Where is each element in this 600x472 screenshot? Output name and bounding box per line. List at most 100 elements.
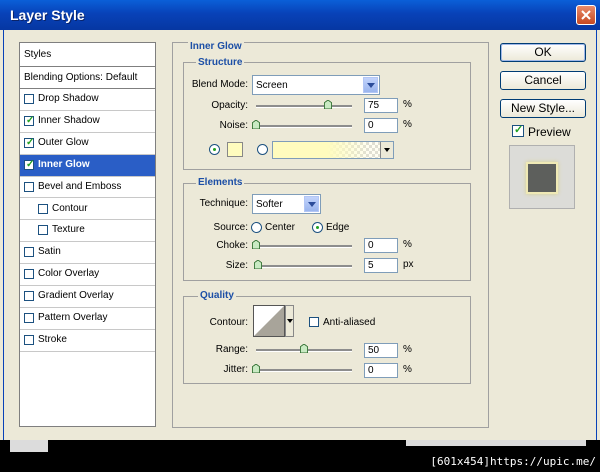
chevron-down-icon <box>363 77 378 93</box>
style-item-checkbox[interactable] <box>24 94 34 104</box>
technique-value: Softer <box>256 199 283 210</box>
style-item-checkbox[interactable] <box>24 313 34 323</box>
style-item-checkbox[interactable] <box>24 181 34 192</box>
styles-header[interactable]: Styles <box>20 43 155 67</box>
source-center-radio[interactable] <box>251 222 262 233</box>
style-item-checkbox[interactable] <box>24 334 34 345</box>
style-item-label: Bevel and Emboss <box>38 180 122 192</box>
styles-header-label: Styles <box>24 49 52 60</box>
close-icon <box>581 10 591 20</box>
contour-picker[interactable] <box>253 305 285 337</box>
style-preview <box>509 145 575 209</box>
contour-curve-icon <box>254 306 284 336</box>
jitter-unit: % <box>403 364 412 375</box>
style-item-checkbox[interactable]: ✓ <box>24 159 34 170</box>
cancel-button[interactable]: Cancel <box>500 71 586 90</box>
blend-mode-select[interactable]: Screen <box>252 75 380 95</box>
style-item-color-overlay[interactable]: Color Overlay <box>20 264 155 287</box>
close-button[interactable] <box>576 5 596 25</box>
chevron-down-icon <box>304 196 319 212</box>
ok-button[interactable]: OK <box>500 43 586 62</box>
style-item-label: Inner Glow <box>38 158 90 170</box>
gradient-picker[interactable] <box>272 141 394 159</box>
choke-unit: % <box>403 239 412 250</box>
glow-color-swatch[interactable] <box>227 142 243 157</box>
contour-label: Contour: <box>209 317 248 328</box>
preview-label: Preview <box>528 125 571 139</box>
blending-options[interactable]: Blending Options: Default <box>20 67 155 89</box>
size-input[interactable]: 5 <box>364 258 398 273</box>
opacity-input[interactable]: 75 <box>364 98 398 113</box>
solid-color-radio[interactable] <box>209 144 220 155</box>
style-item-inner-glow[interactable]: ✓ Inner Glow <box>20 154 155 177</box>
taskbar-fragment <box>406 440 586 446</box>
style-item-inner-shadow[interactable]: ✓ Inner Shadow <box>20 111 155 133</box>
opacity-label: Opacity: <box>211 100 248 111</box>
gradient-radio[interactable] <box>257 144 268 155</box>
noise-input[interactable]: 0 <box>364 118 398 133</box>
range-slider-thumb[interactable] <box>300 344 308 353</box>
jitter-input[interactable]: 0 <box>364 363 398 378</box>
style-item-checkbox[interactable]: ✓ <box>24 114 35 126</box>
style-item-checkbox[interactable]: ✓ <box>24 136 35 148</box>
style-item-checkbox[interactable] <box>24 269 34 280</box>
contour-dropdown-button[interactable] <box>285 305 294 337</box>
style-item-stroke[interactable]: Stroke <box>20 330 155 352</box>
elements-title: Elements <box>196 177 245 188</box>
range-label: Range: <box>215 344 248 355</box>
anti-aliased-label: Anti-aliased <box>323 317 376 328</box>
new-style-button[interactable]: New Style... <box>500 99 586 118</box>
preview-checkbox[interactable]: ✓ <box>512 124 524 137</box>
source-center-label: Center <box>265 222 296 233</box>
opacity-slider-track[interactable] <box>256 105 352 108</box>
choke-slider-thumb[interactable] <box>252 240 260 249</box>
style-item-checkbox[interactable] <box>24 291 34 302</box>
structure-title: Structure <box>196 57 245 68</box>
size-label: Size: <box>225 260 248 271</box>
opacity-unit: % <box>403 99 412 110</box>
style-item-checkbox[interactable] <box>38 203 48 214</box>
anti-aliased-checkbox[interactable] <box>309 317 319 327</box>
style-item-label: Inner Shadow <box>38 114 100 126</box>
opacity-slider-thumb[interactable] <box>324 100 332 109</box>
preview-thumbnail <box>526 162 558 194</box>
gradient-dropdown-button[interactable] <box>380 142 393 158</box>
size-slider-thumb[interactable] <box>253 260 262 269</box>
checkmark-icon: ✓ <box>26 136 35 148</box>
style-item-outer-glow[interactable]: ✓ Outer Glow <box>20 133 155 155</box>
blend-mode-label: Blend Mode: <box>191 79 248 90</box>
checkmark-icon: ✓ <box>26 114 35 126</box>
style-item-label: Pattern Overlay <box>38 312 108 323</box>
style-item-checkbox[interactable] <box>38 225 48 236</box>
chevron-down-icon <box>287 319 293 323</box>
styles-list: Styles Blending Options: Default Drop Sh… <box>19 42 156 427</box>
chevron-down-icon <box>384 148 390 152</box>
noise-slider-thumb[interactable] <box>252 120 260 129</box>
style-item-label: Gradient Overlay <box>38 290 114 302</box>
size-slider-track[interactable] <box>256 265 352 268</box>
style-item-pattern-overlay[interactable]: Pattern Overlay <box>20 308 155 330</box>
choke-label: Choke: <box>216 240 248 251</box>
range-input[interactable]: 50 <box>364 343 398 358</box>
style-item-label: Drop Shadow <box>38 93 99 104</box>
noise-slider-track[interactable] <box>256 125 352 128</box>
style-item-drop-shadow[interactable]: Drop Shadow <box>20 89 155 111</box>
quality-title: Quality <box>198 290 236 301</box>
noise-unit: % <box>403 119 412 130</box>
style-item-checkbox[interactable] <box>24 247 34 258</box>
technique-label: Technique: <box>199 198 248 209</box>
style-item-contour[interactable]: Contour <box>20 199 155 221</box>
technique-select[interactable]: Softer <box>252 194 321 214</box>
choke-slider-track[interactable] <box>256 245 352 248</box>
style-item-gradient-overlay[interactable]: Gradient Overlay <box>20 286 155 308</box>
style-item-label: Color Overlay <box>38 268 100 280</box>
jitter-slider-track[interactable] <box>256 369 352 372</box>
source-edge-radio[interactable] <box>312 222 323 233</box>
choke-input[interactable]: 0 <box>364 238 398 253</box>
style-item-satin[interactable]: Satin <box>20 242 155 265</box>
style-item-label: Satin <box>38 246 61 258</box>
style-item-texture[interactable]: Texture <box>20 220 155 243</box>
title-bar: Layer Style <box>0 0 600 30</box>
style-item-bevel-and-emboss[interactable]: Bevel and Emboss <box>20 177 155 199</box>
jitter-slider-thumb[interactable] <box>252 364 260 373</box>
